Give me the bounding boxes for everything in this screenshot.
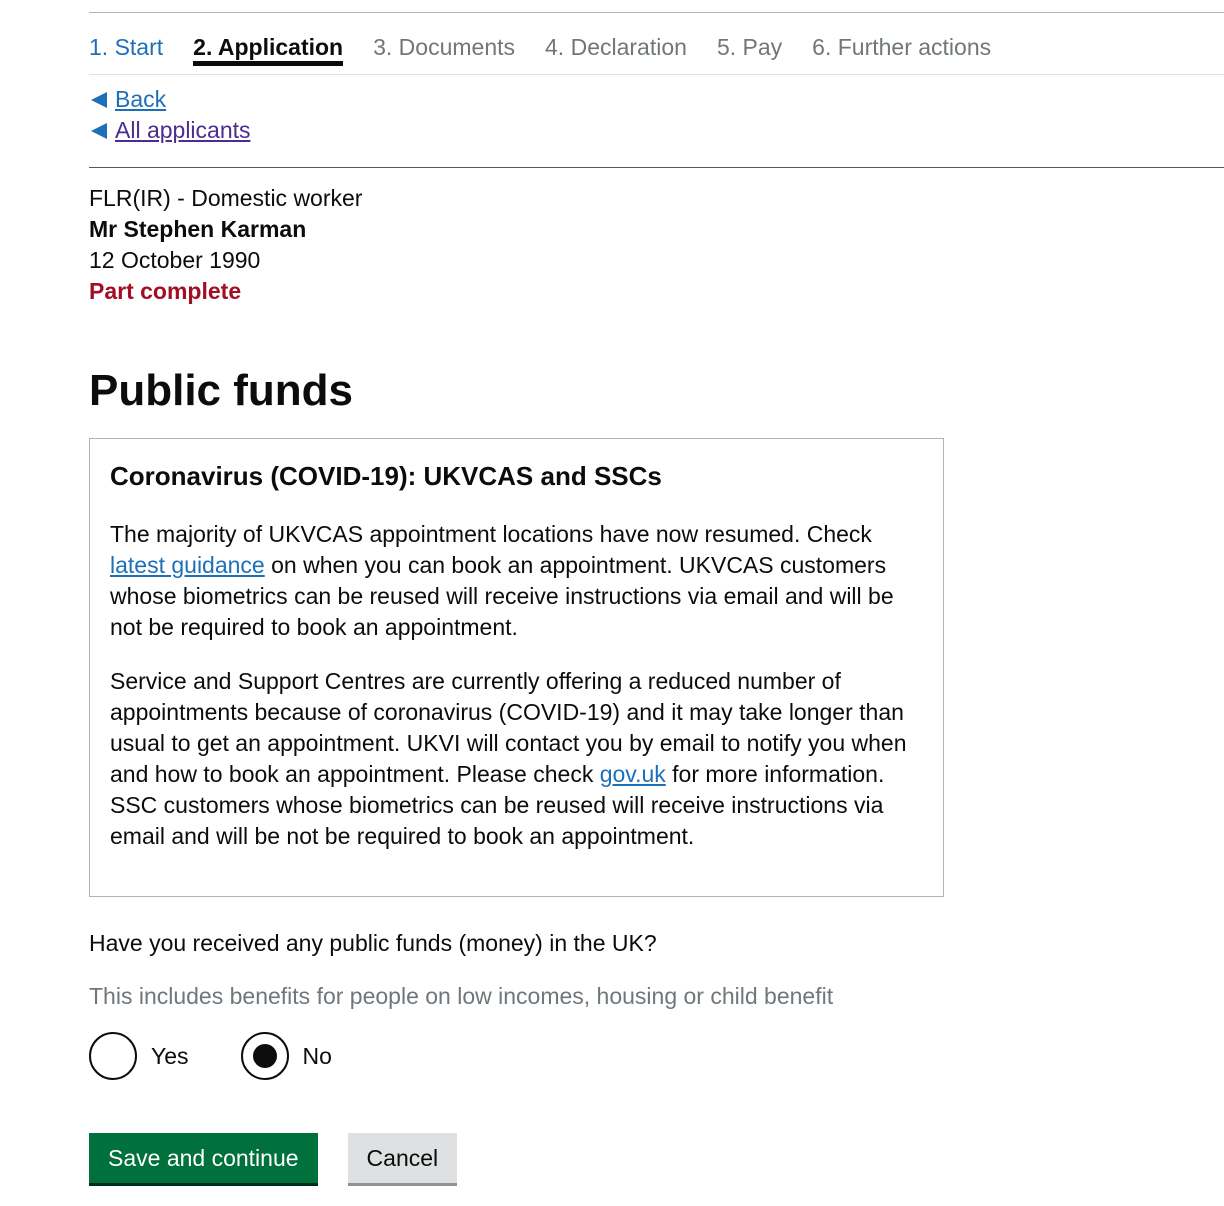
radio-yes-circle[interactable] xyxy=(89,1032,137,1080)
radio-no-label: No xyxy=(302,1042,332,1069)
step-start[interactable]: 1. Start xyxy=(89,34,163,66)
back-link-row: Back xyxy=(89,84,251,115)
triangle-left-icon xyxy=(91,122,107,139)
section-divider xyxy=(89,167,1224,168)
step-navigation: 1. Start 2. Application 3. Documents 4. … xyxy=(89,34,991,66)
all-applicants-link-row: All applicants xyxy=(89,115,251,146)
save-and-continue-button[interactable]: Save and continue xyxy=(89,1133,318,1183)
question-hint: This includes benefits for people on low… xyxy=(89,983,834,1009)
radio-yes-label: Yes xyxy=(151,1042,189,1069)
radio-no[interactable]: No xyxy=(240,1032,332,1080)
notice-title: Coronavirus (COVID-19): UKVCAS and SSCs xyxy=(110,461,662,491)
radio-yes[interactable]: Yes xyxy=(89,1032,189,1080)
notice-paragraph-2: Service and Support Centres are currentl… xyxy=(110,666,923,852)
step-application: 2. Application xyxy=(193,34,344,66)
application-type: FLR(IR) - Domestic worker xyxy=(89,185,363,211)
back-link[interactable]: Back xyxy=(115,84,166,115)
question-label: Have you received any public funds (mone… xyxy=(89,930,657,956)
applicant-name: Mr Stephen Karman xyxy=(89,216,307,242)
back-links: Back All applicants xyxy=(89,84,251,146)
public-funds-radios: Yes No xyxy=(89,1032,332,1080)
covid-notice: Coronavirus (COVID-19): UKVCAS and SSCs … xyxy=(89,438,944,897)
radio-no-circle[interactable] xyxy=(240,1032,289,1080)
gov-uk-link[interactable]: gov.uk xyxy=(600,761,666,787)
form-actions: Save and continue Cancel xyxy=(89,1133,458,1183)
applicant-summary: FLR(IR) - Domestic worker Mr Stephen Kar… xyxy=(89,183,362,307)
page-title: Public funds xyxy=(89,366,353,415)
notice-text: The majority of UKVCAS appointment locat… xyxy=(110,521,872,547)
status-badge: Part complete xyxy=(89,278,242,304)
triangle-left-icon xyxy=(91,91,107,108)
applicant-dob: 12 October 1990 xyxy=(89,247,261,273)
step-declaration: 4. Declaration xyxy=(545,34,687,60)
step-pay: 5. Pay xyxy=(716,34,783,60)
step-further-actions: 6. Further actions xyxy=(812,34,992,60)
top-divider xyxy=(89,12,1224,13)
all-applicants-link[interactable]: All applicants xyxy=(115,115,251,146)
step-documents: 3. Documents xyxy=(373,34,516,60)
latest-guidance-link[interactable]: latest guidance xyxy=(110,552,265,578)
steps-divider xyxy=(89,74,1224,75)
notice-paragraph-1: The majority of UKVCAS appointment locat… xyxy=(110,519,923,643)
cancel-button[interactable]: Cancel xyxy=(347,1133,458,1183)
